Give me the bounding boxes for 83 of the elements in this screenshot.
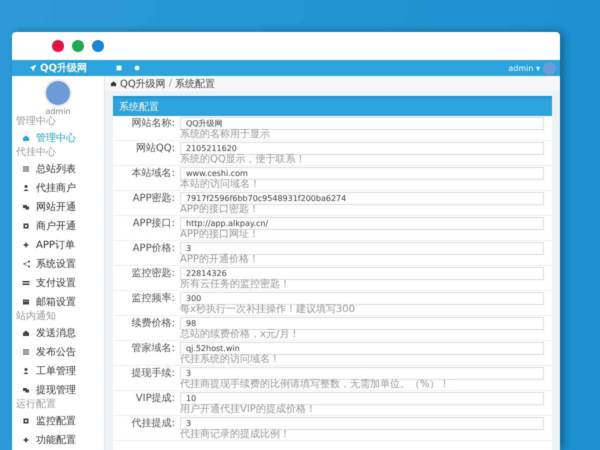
field-label: 提现手续:: [130, 367, 176, 381]
sidebar-item[interactable]: 商户开通: [12, 216, 104, 235]
input-field[interactable]: www.ceshi.com: [180, 167, 544, 180]
menu-item-icon: [22, 298, 30, 306]
input-field[interactable]: 98: [180, 317, 544, 330]
sidebar-item[interactable]: 邮箱设置: [12, 292, 104, 311]
maximize-dot-icon[interactable]: [72, 40, 84, 52]
menu-item-icon: [22, 240, 30, 248]
field-label: 网站QQ:: [134, 142, 176, 156]
sidebar-item[interactable]: 功能配置: [12, 430, 104, 449]
menu-item-icon: [22, 222, 30, 230]
field-label: 监控频率:: [130, 292, 176, 306]
field-label: 代挂提成:: [130, 417, 176, 431]
breadcrumb-link[interactable]: QQ升级网: [120, 76, 166, 90]
field-hint: 所有云任务的监控密匙！: [180, 280, 291, 290]
field-hint: 系统的QQ显示，便于联系！: [180, 155, 307, 165]
input-field[interactable]: 22814326: [180, 267, 544, 280]
field-hint: 代挂商记录的提成比例！: [180, 430, 291, 440]
sidebar-item[interactable]: 网站开通: [12, 197, 104, 216]
minimize-dot-icon[interactable]: [92, 40, 104, 52]
field-hint: 系统的名称用于显示: [180, 130, 271, 140]
sidebar-item[interactable]: 发送消息: [12, 323, 104, 342]
username: admin: [45, 107, 72, 116]
avatar-icon: [44, 79, 72, 107]
field-hint: 每x秒执行一次补挂操作！建议填写300: [180, 305, 356, 315]
input-field[interactable]: 2105211620: [180, 142, 544, 155]
menu-item-icon: [22, 202, 30, 210]
field-label: 监控密匙:: [130, 267, 176, 281]
menu-item-icon: [22, 134, 30, 142]
sidebar-item[interactable]: 提现管理: [12, 380, 104, 399]
input-field[interactable]: 300: [180, 292, 544, 305]
menu-item-icon: [22, 348, 30, 356]
sidebar-item[interactable]: 总站列表: [12, 159, 104, 178]
breadcrumb-separator: /: [168, 78, 172, 89]
section-title: 站内通知: [15, 311, 57, 323]
menu-item-icon: [22, 436, 30, 444]
menu-item-icon: [22, 184, 30, 192]
menu-item-icon: [22, 366, 30, 374]
menu-item-icon: [22, 164, 30, 172]
field-hint: APP的接口密匙！: [180, 205, 260, 215]
input-field[interactable]: http://app.alkpay.cn/: [180, 217, 544, 230]
menu-item-icon: [22, 260, 30, 268]
input-field[interactable]: 3: [180, 242, 544, 255]
input-field[interactable]: QQ升级网: [180, 117, 544, 130]
field-hint: 代挂商提现手续费的比例请填写整数，无需加单位。（%）！: [180, 380, 451, 390]
menu-item-icon: [22, 328, 30, 336]
field-label: 管家域名:: [130, 342, 176, 356]
field-label: 本站域名:: [130, 167, 176, 181]
sidebar-item[interactable]: 支付设置: [12, 273, 104, 292]
sidebar-item[interactable]: 发布公告: [12, 342, 104, 361]
sidebar-item[interactable]: 监控配置: [12, 411, 104, 430]
home-icon: [110, 80, 117, 87]
section-title: 代挂中心: [15, 147, 57, 159]
input-field[interactable]: 10: [180, 392, 544, 405]
field-label: APP接口:: [132, 217, 176, 231]
section-title: 运行配置: [15, 399, 57, 411]
field-label: APP密匙:: [132, 192, 176, 206]
menu-item-icon: [22, 416, 30, 424]
field-label: 续费价格:: [130, 317, 176, 331]
field-hint: 本站的访问域名！: [180, 180, 261, 190]
panel-title: 系统配置: [113, 96, 552, 116]
field-hint: 用户开通代挂VIP的提成价格！: [180, 405, 317, 415]
field-label: 网站名称:: [130, 117, 176, 131]
menu-item-icon: [22, 386, 30, 394]
sidebar-item[interactable]: 系统设置: [12, 254, 104, 273]
input-field[interactable]: 3: [180, 367, 544, 380]
field-label: VIP提成:: [134, 392, 176, 406]
field-hint: APP的开通价格！: [180, 255, 260, 265]
paper-plane-icon: [28, 64, 37, 72]
breadcrumb-link[interactable]: 系统配置: [175, 76, 216, 90]
input-field[interactable]: 7917f2596f6bb70c9548931f200ba6274: [180, 192, 544, 205]
field-label: APP价格:: [132, 242, 176, 256]
input-field[interactable]: 3: [180, 417, 544, 430]
field-hint: APP的接口网址！: [180, 230, 260, 240]
sidebar-item[interactable]: 工单管理: [12, 361, 104, 380]
input-field[interactable]: qj.52host.win: [180, 342, 544, 355]
section-title: 管理中心: [15, 116, 57, 128]
sidebar-item[interactable]: 代挂商户: [12, 178, 104, 197]
field-hint: 总站的续费价格，x元/月！: [180, 330, 300, 340]
close-dot-icon[interactable]: [52, 40, 64, 52]
field-hint: 代挂系统的访问域名！: [180, 355, 281, 365]
menu-item-icon: [22, 278, 30, 286]
sidebar-item[interactable]: APP订单: [12, 235, 104, 254]
